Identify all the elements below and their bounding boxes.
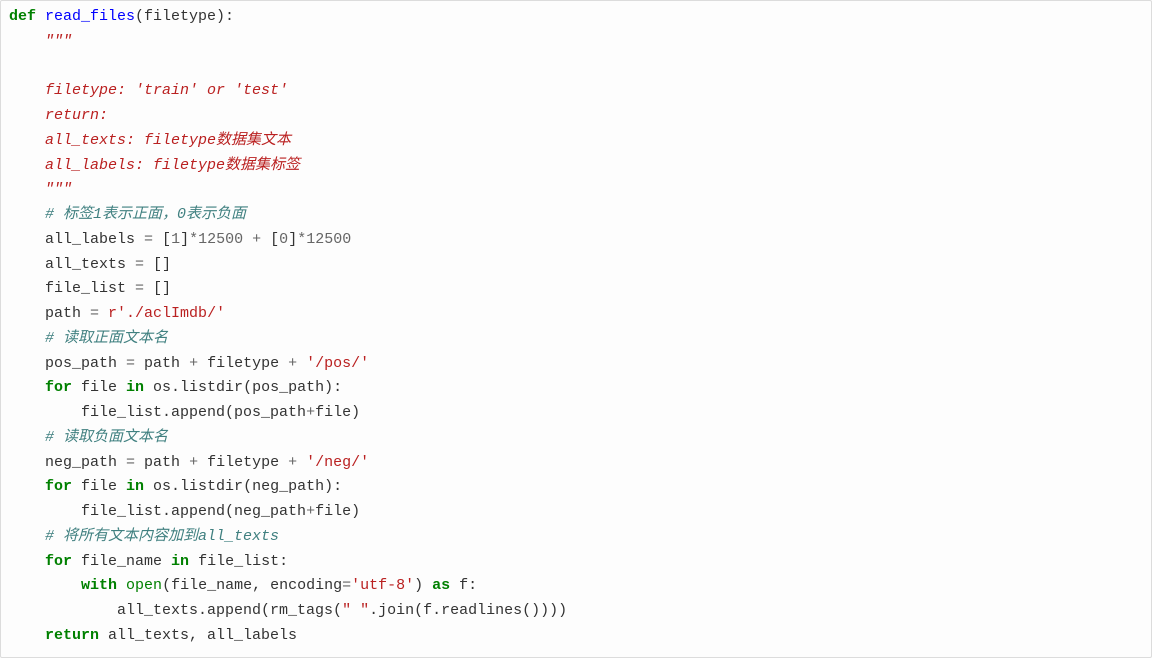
docstring-open: """ [9,33,72,50]
code-text: file_list: [189,553,288,570]
code-text [117,577,126,594]
string: '/neg/' [306,454,369,471]
code-text: f: [450,577,477,594]
op-eq: = [135,256,144,273]
kw-with: with [9,577,117,594]
code-text: file) [315,404,360,421]
kw-for: for [9,379,72,396]
comment: # 将所有文本内容加到all_texts [9,528,279,545]
builtin-open: open [126,577,162,594]
code-text: filetype [198,454,288,471]
code-text: ] [180,231,189,248]
code-text: neg_path [9,454,126,471]
number: 1 [171,231,180,248]
code-text: file_list.append(pos_path [9,404,306,421]
op-eq: = [144,231,153,248]
op-plus: + [189,454,198,471]
op-eq: = [135,280,144,297]
kw-in: in [171,553,189,570]
code-text: file_list.append(neg_path [9,503,306,520]
kw-def: def [9,8,36,25]
code-text: [ [261,231,279,248]
arg-list: (filetype): [135,8,234,25]
code-text: pos_path [9,355,126,372]
code-text: path [135,355,189,372]
code-text: filetype [198,355,288,372]
string: r'./aclImdb/' [108,305,225,322]
code-text: ] [288,231,297,248]
number: 12500 [198,231,243,248]
docstring-line: filetype: 'train' or 'test' [9,82,288,99]
code-text [297,454,306,471]
string: 'utf-8' [351,577,414,594]
code-text [297,355,306,372]
op-plus: + [288,355,297,372]
op-plus: + [189,355,198,372]
docstring-line: return: [9,107,108,124]
code-text: .join(f.readlines()))) [369,602,567,619]
code-text: file) [315,503,360,520]
string: '/pos/' [306,355,369,372]
code-text: all_texts [9,256,135,273]
op-eq: = [342,577,351,594]
code-text: file_list [9,280,135,297]
op-plus: + [288,454,297,471]
op-star: * [189,231,198,248]
comment: # 读取正面文本名 [9,330,168,347]
code-text: all_texts.append(rm_tags( [9,602,342,619]
kw-for: for [9,553,72,570]
comment: # 读取负面文本名 [9,429,168,446]
code-block: def read_files(filetype): """ filetype: … [0,0,1152,658]
code-text: [] [144,280,171,297]
code-text [243,231,252,248]
code-text: file [72,379,126,396]
kw-in: in [126,478,144,495]
docstring-line: all_texts: filetype数据集文本 [9,132,291,149]
code-text [99,305,108,322]
string: " " [342,602,369,619]
op-star: * [297,231,306,248]
comment: # 标签1表示正面，0表示负面 [9,206,246,223]
code-text: [] [144,256,171,273]
op-eq: = [126,355,135,372]
op-eq: = [126,454,135,471]
op-eq: = [90,305,99,322]
code-text: os.listdir(neg_path): [144,478,342,495]
docstring-line: all_labels: filetype数据集标签 [9,157,300,174]
code-text: path [135,454,189,471]
op-plus: + [306,503,315,520]
op-plus: + [306,404,315,421]
code-text: all_texts, all_labels [99,627,297,644]
code-text: all_labels [9,231,144,248]
function-name: read_files [45,8,135,25]
kw-for: for [9,478,72,495]
number: 12500 [306,231,351,248]
kw-as: as [432,577,450,594]
code-text: path [9,305,90,322]
code-text: os.listdir(pos_path): [144,379,342,396]
code-text: (file_name, encoding [162,577,342,594]
op-plus: + [252,231,261,248]
code-text: file_name [72,553,171,570]
number: 0 [279,231,288,248]
docstring-close: """ [9,181,72,198]
kw-return: return [9,627,99,644]
code-text: [ [153,231,171,248]
kw-in: in [126,379,144,396]
code-text: ) [414,577,432,594]
code-text: file [72,478,126,495]
